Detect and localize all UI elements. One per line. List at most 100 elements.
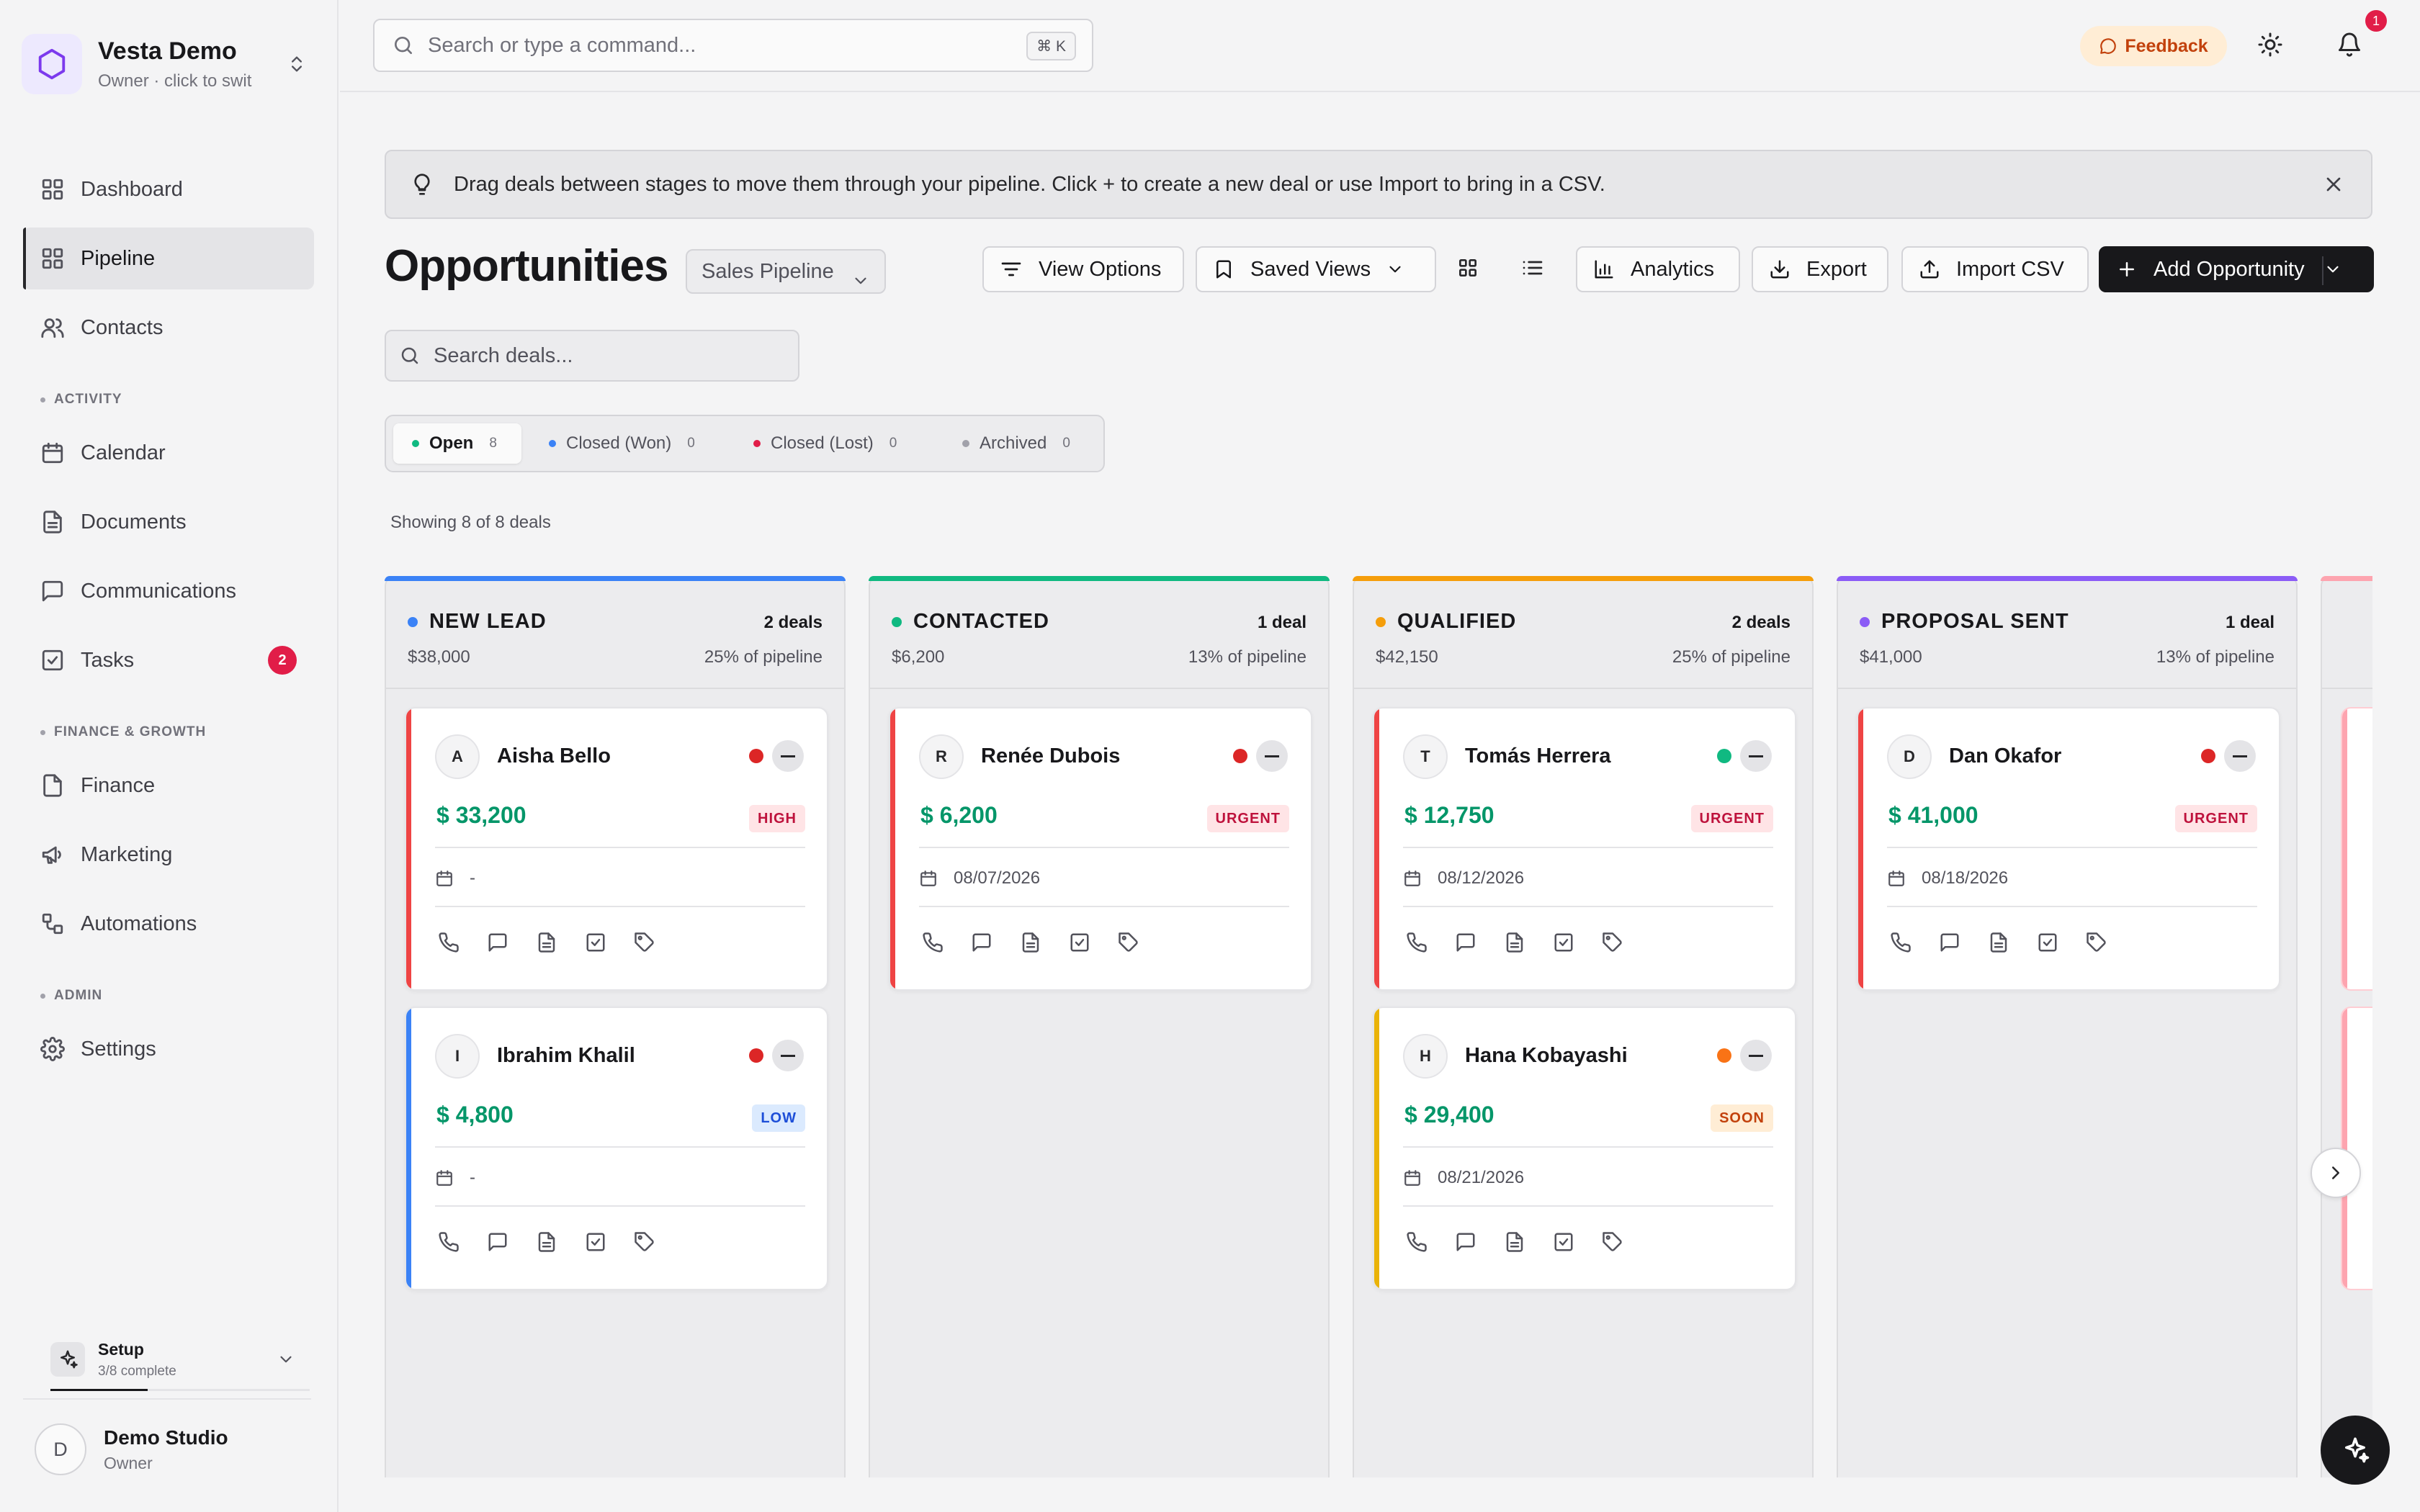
tab-open[interactable]: Open 8 (393, 423, 521, 464)
deal-search-input[interactable]: Search deals... (385, 330, 799, 382)
card-actions (1890, 932, 2135, 953)
deal-card[interactable]: H Hana Kobayashi $ 29,400 SOON 08/21/202… (1373, 1007, 1796, 1290)
workspace-switcher[interactable]: Vesta Demo Owner · click to swit (22, 32, 310, 96)
message-icon[interactable] (1455, 932, 1476, 953)
tag-icon[interactable] (634, 932, 655, 953)
sidebar-item-settings[interactable]: Settings (23, 1018, 314, 1080)
sidebar-item-contacts[interactable]: Contacts (23, 297, 314, 359)
collapse-button[interactable] (1740, 740, 1772, 772)
file-text-icon[interactable] (1020, 932, 1041, 953)
checkbox-icon[interactable] (585, 932, 606, 953)
sidebar-item-tasks[interactable]: Tasks 2 (23, 629, 314, 691)
saved-views-button[interactable]: Saved Views (1196, 246, 1436, 292)
user-menu[interactable]: D Demo Studio Owner (23, 1398, 311, 1499)
user-role: Owner (104, 1453, 153, 1472)
list-view-icon[interactable] (1521, 256, 1544, 279)
column-color-bar (2321, 576, 2372, 581)
sidebar-item-finance[interactable]: Finance (23, 755, 314, 816)
tab-archived[interactable]: Archived 0 (944, 423, 1095, 464)
column-pipeline-pct: 25% of pipeline (1672, 647, 1791, 667)
file-text-icon[interactable] (1988, 932, 2009, 953)
checkbox-icon[interactable] (1553, 932, 1574, 953)
deal-contact-name[interactable]: Ibrahim Khalil (497, 1044, 635, 1068)
phone-icon[interactable] (438, 1231, 460, 1253)
message-icon[interactable] (487, 932, 508, 953)
setup-progress[interactable]: Setup 3/8 complete (50, 1332, 310, 1391)
sidebar-item-calendar[interactable]: Calendar (23, 422, 314, 484)
collapse-button[interactable] (1740, 1040, 1772, 1071)
add-opportunity-button[interactable]: Add Opportunity (2099, 246, 2374, 292)
tag-icon[interactable] (634, 1231, 655, 1253)
tag-icon[interactable] (1602, 932, 1623, 953)
sidebar-item-label: Tasks (81, 648, 135, 672)
grid-view-icon[interactable] (1456, 256, 1479, 279)
ai-assistant-button[interactable] (2321, 1416, 2390, 1485)
deal-card[interactable]: D Dan Okafor $ 41,000 URGENT 08/18/2026 (1857, 707, 2280, 991)
phone-icon[interactable] (438, 932, 460, 953)
checkbox-icon[interactable] (1069, 932, 1090, 953)
import-csv-button[interactable]: Import CSV (1901, 246, 2089, 292)
sidebar-item-communications[interactable]: Communications (23, 560, 314, 622)
pipeline-column[interactable]: NEW LEAD 2 deals $38,000 25% of pipeline… (385, 576, 846, 1477)
message-icon[interactable] (971, 932, 992, 953)
deal-card[interactable]: T Tomás Herrera $ 12,750 URGENT 08/12/20… (1373, 707, 1796, 991)
collapse-button[interactable] (2224, 740, 2256, 772)
command-search[interactable]: Search or type a command... ⌘ K (373, 19, 1093, 72)
checkbox-icon[interactable] (1553, 1231, 1574, 1253)
pipeline-select[interactable]: Sales Pipeline (686, 249, 886, 294)
deal-card[interactable]: A Aisha Bello $ 33,200 HIGH - (405, 707, 828, 991)
analytics-button[interactable]: Analytics (1576, 246, 1740, 292)
tag-icon[interactable] (1602, 1231, 1623, 1253)
view-options-button[interactable]: View Options (982, 246, 1184, 292)
tab-closed-lost[interactable]: Closed (Lost) 0 (735, 423, 936, 464)
deal-contact-name[interactable]: Hana Kobayashi (1465, 1044, 1628, 1068)
deal-contact-name[interactable]: Tomás Herrera (1465, 744, 1611, 768)
file-text-icon[interactable] (1504, 932, 1525, 953)
sun-icon[interactable] (2257, 32, 2283, 58)
deal-contact-name[interactable]: Renée Dubois (981, 744, 1120, 768)
sidebar-item-automations[interactable]: Automations (23, 893, 314, 955)
sidebar-item-pipeline[interactable]: Pipeline (23, 228, 314, 289)
file-text-icon[interactable] (536, 1231, 557, 1253)
tag-icon[interactable] (2086, 932, 2107, 953)
bell-icon[interactable] (2336, 32, 2362, 58)
pipeline-column[interactable]: PROPOSAL SENT 1 deal $41,000 13% of pipe… (1837, 576, 2298, 1477)
deal-card[interactable]: I Ibrahim Khalil $ 4,800 LOW - (405, 1007, 828, 1290)
tab-closed-won[interactable]: Closed (Won) 0 (530, 423, 725, 464)
deal-card[interactable]: R Renée Dubois $ 6,200 URGENT 08/07/2026 (889, 707, 1312, 991)
deal-contact-name[interactable]: Aisha Bello (497, 744, 611, 768)
pipeline-column[interactable]: QUALIFIED 2 deals $42,150 25% of pipelin… (1353, 576, 1814, 1477)
phone-icon[interactable] (1406, 1231, 1428, 1253)
deal-contact-name[interactable]: Dan Okafor (1949, 744, 2061, 768)
phone-icon[interactable] (1890, 932, 1912, 953)
sidebar-item-dashboard[interactable]: Dashboard (23, 158, 314, 220)
pipeline-column[interactable]: CONTACTED 1 deal $6,200 13% of pipeline … (869, 576, 1330, 1477)
close-icon[interactable] (2322, 173, 2345, 196)
deal-card[interactable] (2341, 1007, 2372, 1290)
checkbox-icon[interactable] (585, 1231, 606, 1253)
export-button[interactable]: Export (1752, 246, 1888, 292)
feedback-button[interactable]: Feedback (2080, 26, 2227, 66)
deal-card[interactable] (2341, 707, 2372, 991)
checkbox-icon[interactable] (2037, 932, 2058, 953)
sidebar-item-marketing[interactable]: Marketing (23, 824, 314, 886)
file-text-icon[interactable] (536, 932, 557, 953)
collapse-button[interactable] (772, 1040, 804, 1071)
pipeline-column-partial[interactable] (2321, 576, 2372, 1477)
message-icon[interactable] (1455, 1231, 1476, 1253)
collapse-button[interactable] (1256, 740, 1288, 772)
message-icon[interactable] (487, 1231, 508, 1253)
deal-amount: $ 33,200 (436, 802, 526, 828)
phone-icon[interactable] (922, 932, 944, 953)
workflow-icon (40, 912, 65, 936)
phone-icon[interactable] (1406, 932, 1428, 953)
file-text-icon[interactable] (1504, 1231, 1525, 1253)
collapse-button[interactable] (772, 740, 804, 772)
tag-icon[interactable] (1118, 932, 1139, 953)
column-total: $41,000 (1860, 647, 1922, 667)
chevron-down-icon[interactable] (2323, 260, 2358, 279)
sidebar-item-documents[interactable]: Documents (23, 491, 314, 553)
message-icon[interactable] (1939, 932, 1960, 953)
column-dot (892, 616, 902, 627)
scroll-right-button[interactable] (2311, 1148, 2361, 1198)
